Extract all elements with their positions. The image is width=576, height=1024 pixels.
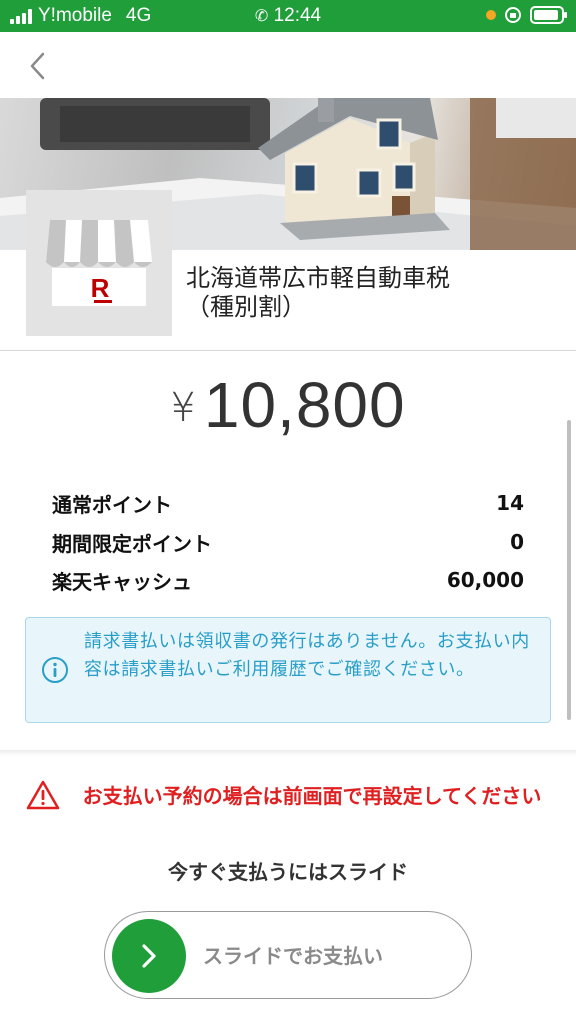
payment-amount: ¥10,800	[0, 368, 576, 442]
mic-indicator-icon	[486, 10, 496, 20]
battery-icon	[530, 6, 567, 24]
points-value: 0	[510, 530, 524, 554]
amount-value: 10,800	[203, 369, 406, 441]
points-label: 通常ポイント	[52, 492, 172, 517]
points-label: 楽天キャッシュ	[52, 569, 192, 594]
status-bar-right	[486, 6, 567, 24]
slide-to-pay-slider[interactable]: スライドでお支払い	[104, 911, 472, 999]
points-label: 期間限定ポイント	[52, 531, 212, 556]
rakuten-logo-letter: R	[91, 273, 110, 303]
storefront-icon: R	[26, 190, 172, 336]
warning-icon	[26, 780, 60, 810]
shop-name-line1: 北海道帯広市軽自動車税	[186, 264, 450, 292]
shop-name: 北海道帯広市軽自動車税 （種別割）	[186, 264, 450, 322]
phone-icon: ✆	[254, 8, 269, 25]
chevron-left-icon	[30, 52, 45, 80]
points-row-limited: 期間限定ポイント 0	[52, 527, 524, 557]
slider-label: スライドでお支払い	[203, 944, 383, 968]
section-divider	[0, 350, 576, 351]
shop-logo-thumbnail: R	[26, 190, 172, 336]
back-button[interactable]	[18, 44, 58, 88]
points-value: 14	[496, 491, 524, 515]
info-icon	[42, 657, 68, 683]
slider-knob[interactable]	[112, 919, 186, 993]
warning-text: お支払い予約の場合は前画面で再設定してください	[82, 784, 542, 808]
status-bar: Y!mobile 4G ✆ 12:44	[0, 0, 576, 32]
bottom-panel-shadow	[0, 750, 576, 756]
time-label: 12:44	[273, 5, 322, 26]
scrollbar[interactable]	[567, 420, 571, 720]
info-text: 請求書払いは領収書の発行はありません。お支払い内容は請求書払いご利用履歴でご確認…	[84, 631, 530, 680]
slide-hint: 今すぐ支払うにはスライド	[168, 860, 408, 884]
currency-symbol: ¥	[170, 385, 196, 431]
points-row-cash: 楽天キャッシュ 60,000	[52, 565, 524, 595]
orientation-lock-icon	[505, 7, 521, 23]
info-notice: 請求書払いは領収書の発行はありません。お支払い内容は請求書払いご利用履歴でご確認…	[25, 617, 551, 723]
points-row-regular: 通常ポイント 14	[52, 488, 524, 518]
shop-name-line2: （種別割）	[186, 293, 306, 321]
chevron-right-icon	[142, 944, 156, 968]
points-value: 60,000	[446, 568, 524, 592]
